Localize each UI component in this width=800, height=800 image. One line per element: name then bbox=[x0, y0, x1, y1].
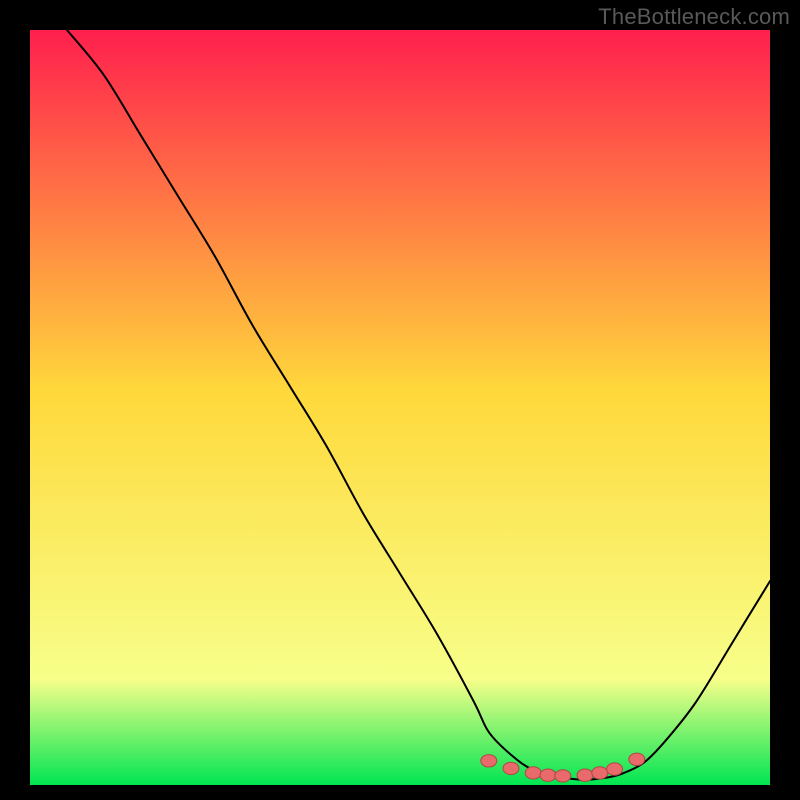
chart-svg bbox=[0, 0, 800, 800]
watermark-text: TheBottleneck.com bbox=[598, 4, 790, 30]
valley-marker bbox=[592, 767, 608, 779]
valley-marker bbox=[577, 769, 593, 781]
valley-marker bbox=[525, 767, 541, 779]
valley-marker bbox=[629, 753, 645, 765]
valley-marker bbox=[503, 762, 519, 774]
valley-marker bbox=[540, 769, 556, 781]
chart-stage: TheBottleneck.com bbox=[0, 0, 800, 800]
gradient-background bbox=[30, 30, 770, 785]
valley-marker bbox=[555, 770, 571, 782]
valley-marker bbox=[607, 763, 623, 775]
valley-marker bbox=[481, 755, 497, 767]
